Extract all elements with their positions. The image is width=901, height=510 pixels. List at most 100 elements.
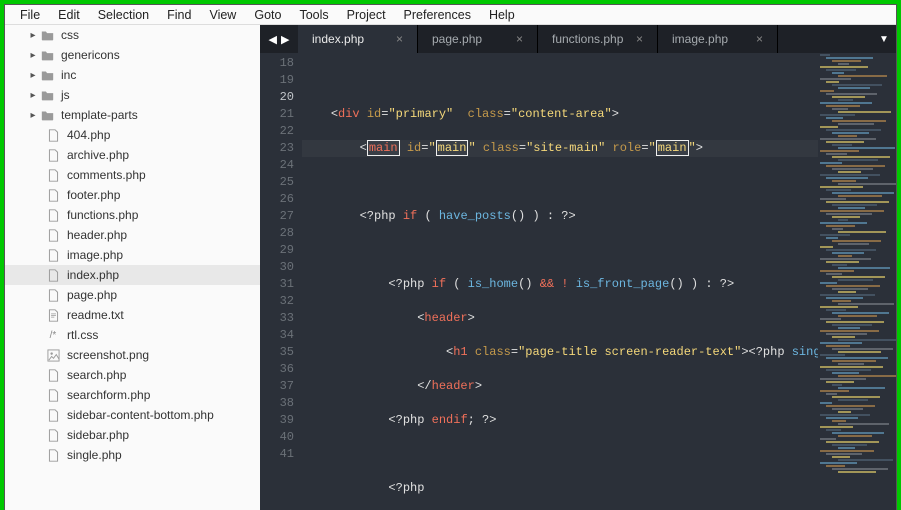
menu-goto[interactable]: Goto: [245, 7, 290, 23]
minimap-line: [838, 183, 896, 185]
minimap-line: [826, 213, 872, 215]
chevron-right-icon: ▸: [27, 30, 39, 41]
minimap-line: [838, 87, 870, 89]
folder-row[interactable]: ▸genericons: [5, 45, 260, 65]
minimap-line: [838, 291, 856, 293]
file-row[interactable]: image.php: [5, 245, 260, 265]
file-label: sidebar.php: [67, 428, 129, 442]
menu-edit[interactable]: Edit: [49, 7, 89, 23]
chevron-right-icon: ▸: [27, 90, 39, 101]
minimap-line: [838, 399, 868, 401]
file-row[interactable]: single.php: [5, 445, 260, 465]
tab-image[interactable]: image.php ×: [658, 25, 778, 53]
folder-row[interactable]: ▸inc: [5, 65, 260, 85]
minimap-line: [820, 234, 850, 236]
menu-find[interactable]: Find: [158, 7, 200, 23]
minimap-line: [820, 426, 853, 428]
minimap-line: [820, 186, 863, 188]
menu-preferences[interactable]: Preferences: [395, 7, 480, 23]
line-number: 41: [260, 446, 294, 463]
line-number: 26: [260, 191, 294, 208]
tab-prev-icon[interactable]: ◀: [269, 33, 277, 46]
file-row[interactable]: functions.php: [5, 205, 260, 225]
menu-view[interactable]: View: [200, 7, 245, 23]
minimap-line: [826, 117, 843, 119]
tab-next-icon[interactable]: ▶: [281, 33, 289, 46]
file-row[interactable]: sidebar.php: [5, 425, 260, 445]
minimap-line: [820, 270, 854, 272]
line-number: 29: [260, 242, 294, 259]
menu-help[interactable]: Help: [480, 7, 524, 23]
line-number: 36: [260, 361, 294, 378]
file-row[interactable]: page.php: [5, 285, 260, 305]
minimap-line: [838, 459, 893, 461]
line-number: 39: [260, 412, 294, 429]
minimap-line: [826, 189, 851, 191]
folder-row[interactable]: ▸ js: [5, 85, 260, 105]
menu-project[interactable]: Project: [338, 7, 395, 23]
folder-row[interactable]: ▸template-parts: [5, 105, 260, 125]
file-row[interactable]: footer.php: [5, 185, 260, 205]
minimap-line: [826, 393, 837, 395]
file-label: rtl.css: [67, 328, 98, 342]
menu-tools[interactable]: Tools: [290, 7, 337, 23]
minimap-line: [826, 345, 850, 347]
minimap-line: [838, 195, 882, 197]
line-number: 25: [260, 174, 294, 191]
file-row[interactable]: comments.php: [5, 165, 260, 185]
close-icon[interactable]: ×: [396, 32, 403, 46]
line-number: 22: [260, 123, 294, 140]
tab-nav-arrows[interactable]: ◀ ▶: [260, 25, 298, 53]
code-area[interactable]: 1819202122232425262728293031323334353637…: [260, 53, 896, 510]
minimap-line: [826, 153, 847, 155]
file-row[interactable]: search.php: [5, 365, 260, 385]
file-row[interactable]: screenshot.png: [5, 345, 260, 365]
editor-pane: ◀ ▶ index.php× page.php× functions.php× …: [260, 25, 896, 510]
minimap-line: [832, 312, 889, 314]
line-number: 19: [260, 72, 294, 89]
close-icon[interactable]: ×: [756, 32, 763, 46]
file-row[interactable]: 404.php: [5, 125, 260, 145]
file-icon: [45, 308, 61, 322]
tab-index[interactable]: index.php×: [298, 25, 418, 53]
code[interactable]: <div id="primary" class="content-area"> …: [302, 53, 896, 510]
file-row[interactable]: searchform.php: [5, 385, 260, 405]
minimap-line: [820, 138, 876, 140]
tab-functions[interactable]: functions.php×: [538, 25, 658, 53]
line-number: 34: [260, 327, 294, 344]
line-number: 40: [260, 429, 294, 446]
file-row[interactable]: header.php: [5, 225, 260, 245]
folder-label: js: [61, 88, 70, 102]
file-label: footer.php: [67, 188, 120, 202]
file-row[interactable]: index.php: [5, 265, 260, 285]
menu-file[interactable]: File: [11, 7, 49, 23]
line-number: 20: [260, 89, 294, 106]
file-icon: [45, 348, 61, 362]
line-number: 37: [260, 378, 294, 395]
file-row[interactable]: readme.txt: [5, 305, 260, 325]
minimap-line: [832, 240, 881, 242]
close-icon[interactable]: ×: [516, 32, 523, 46]
file-row[interactable]: /*rtl.css: [5, 325, 260, 345]
file-label: sidebar-content-bottom.php: [67, 408, 214, 422]
minimap-line: [838, 123, 874, 125]
minimap-line: [820, 354, 845, 356]
line-number: 32: [260, 293, 294, 310]
menu-selection[interactable]: Selection: [89, 7, 158, 23]
file-row[interactable]: sidebar-content-bottom.php: [5, 405, 260, 425]
file-row[interactable]: archive.php: [5, 145, 260, 165]
folder-row[interactable]: ▸css: [5, 25, 260, 45]
minimap-line: [832, 168, 873, 170]
minimap-line: [832, 288, 868, 290]
minimap[interactable]: [818, 53, 896, 510]
tab-page[interactable]: page.php×: [418, 25, 538, 53]
minimap-line: [838, 135, 857, 137]
minimap-line: [838, 279, 873, 281]
close-icon[interactable]: ×: [636, 32, 643, 46]
minimap-line: [832, 276, 885, 278]
minimap-line: [832, 120, 886, 122]
minimap-line: [820, 450, 874, 452]
tab-overflow-icon[interactable]: ▼: [872, 25, 896, 53]
tab-label: image.php: [672, 32, 728, 46]
minimap-line: [826, 69, 856, 71]
